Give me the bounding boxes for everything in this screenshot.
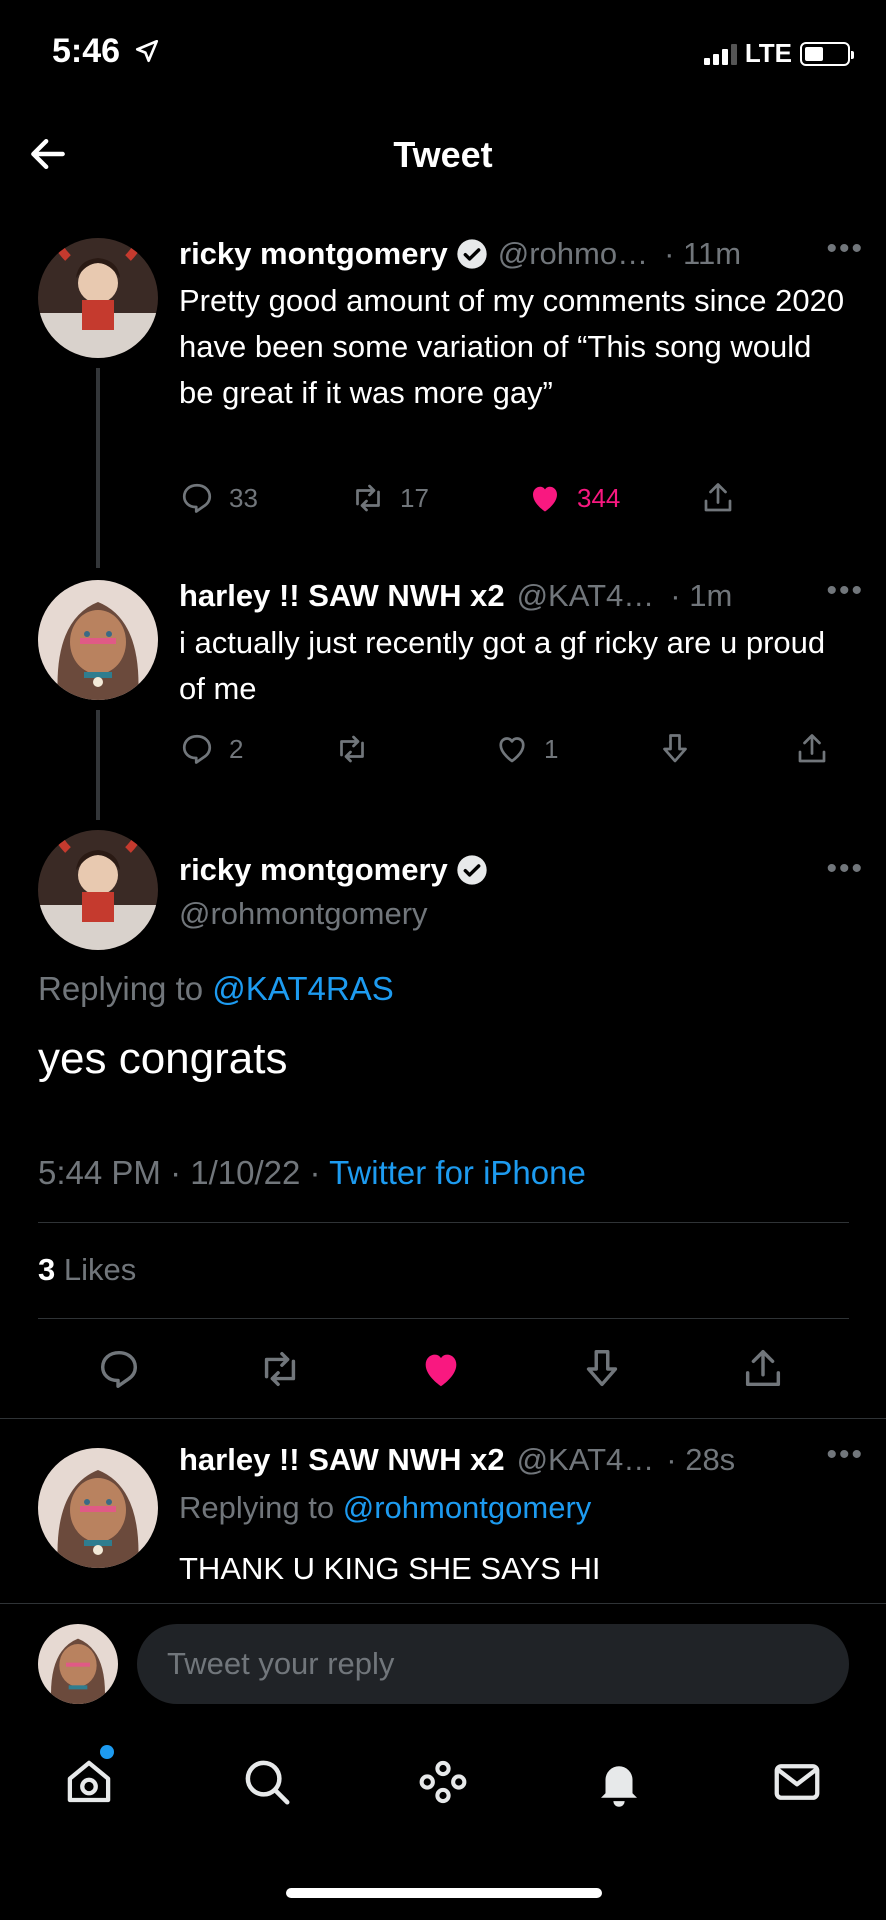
tweet-time: · 1m <box>670 578 733 613</box>
tweet-time: · 11m <box>664 236 742 271</box>
spaces-icon[interactable] <box>416 1755 470 1809</box>
reply-count: 2 <box>229 733 244 764</box>
share-icon[interactable] <box>794 731 830 767</box>
heart-filled-icon[interactable] <box>418 1346 464 1392</box>
tab-home[interactable] <box>62 1745 116 1814</box>
battery-icon <box>800 41 854 66</box>
avatar[interactable] <box>38 580 158 700</box>
retweet-icon <box>356 484 380 512</box>
heart-filled-icon <box>533 486 557 512</box>
downvote-icon[interactable] <box>657 731 693 767</box>
reply-count: 33 <box>229 482 258 513</box>
tweet-text: THANK U KING SHE SAYS HI <box>179 1551 601 1586</box>
more-options-icon[interactable]: ••• <box>826 232 864 266</box>
retweet-icon <box>340 735 364 763</box>
share-icon[interactable] <box>740 1346 786 1392</box>
retweet-button[interactable]: 17 <box>350 480 429 516</box>
home-icon <box>67 1760 111 1803</box>
messages-icon[interactable] <box>770 1755 824 1809</box>
more-options-icon[interactable]: ••• <box>826 852 864 886</box>
like-button[interactable]: 344 <box>527 480 620 516</box>
more-options-icon[interactable]: ••• <box>826 574 864 608</box>
search-icon[interactable] <box>240 1755 294 1809</box>
replying-to-link[interactable]: @rohmontgomery <box>343 1490 592 1525</box>
tweet-meta: 5:44 PM · 1/10/22 · Twitter for iPhone <box>38 1154 586 1192</box>
network-label: LTE <box>744 38 792 68</box>
main-author-row: ricky montgomery <box>179 852 498 888</box>
status-indicators: LTE <box>703 38 854 69</box>
author-name[interactable]: harley !! SAW NWH x2 <box>179 578 505 614</box>
reply-button[interactable]: 33 <box>179 480 258 516</box>
verified-badge-icon <box>457 855 487 885</box>
replying-to: Replying to @KAT4RAS <box>38 970 394 1007</box>
retweet-icon[interactable] <box>257 1346 303 1392</box>
tweet-author-row: ricky montgomery @rohmo… · 11m <box>179 236 741 272</box>
author-handle: @rohmo… <box>497 236 649 271</box>
main-tweet-text: yes congrats <box>38 1034 288 1083</box>
tweet-text: Pretty good amount of my comments since … <box>179 283 845 410</box>
reply-icon[interactable] <box>96 1346 142 1392</box>
like-button[interactable]: 1 <box>494 731 558 767</box>
reply-author-row: harley !! SAW NWH x2 @KAT4… · 28s <box>179 1442 735 1478</box>
author-name[interactable]: ricky montgomery <box>179 236 448 272</box>
author-handle: @KAT4… <box>516 1442 655 1477</box>
tweet-time: · 28s <box>666 1442 736 1477</box>
retweet-button[interactable] <box>334 731 370 767</box>
unread-dot <box>100 1745 114 1759</box>
downvote-icon[interactable] <box>579 1346 625 1392</box>
tweet-author-row: harley !! SAW NWH x2 @KAT4… · 1m <box>179 578 732 614</box>
like-count: 1 <box>544 733 559 764</box>
page-title: Tweet <box>393 134 493 175</box>
avatar[interactable] <box>38 238 158 358</box>
retweet-count: 17 <box>400 482 429 513</box>
reply-button[interactable]: 2 <box>179 731 243 767</box>
like-count: 344 <box>577 482 621 513</box>
tweet-source-link[interactable]: Twitter for iPhone <box>329 1154 586 1191</box>
reply-icon <box>182 483 212 513</box>
thread-line <box>96 710 100 820</box>
heart-outline-icon <box>499 737 525 763</box>
author-name[interactable]: harley !! SAW NWH x2 <box>179 1442 505 1478</box>
home-indicator[interactable] <box>286 1888 602 1898</box>
reply-input[interactable]: Tweet your reply <box>137 1624 849 1704</box>
more-options-icon[interactable]: ••• <box>826 1438 864 1472</box>
avatar[interactable] <box>38 1448 158 1568</box>
verified-badge-icon <box>457 239 487 269</box>
avatar[interactable] <box>38 830 158 950</box>
thread-line <box>96 368 100 568</box>
status-time: 5:46 <box>52 32 160 71</box>
replying-to-link[interactable]: @KAT4RAS <box>212 970 393 1007</box>
share-icon[interactable] <box>700 480 736 516</box>
likes-summary[interactable]: 3 Likes <box>38 1252 136 1288</box>
notifications-icon[interactable] <box>592 1755 646 1809</box>
replying-to: Replying to @rohmontgomery <box>179 1490 592 1525</box>
author-handle: @KAT4… <box>516 578 655 613</box>
location-arrow-icon <box>135 39 158 63</box>
signal-icon <box>703 43 737 65</box>
composer-avatar <box>38 1624 118 1704</box>
reply-icon <box>182 734 212 764</box>
tweet-text: i actually just recently got a gf ricky … <box>179 625 826 706</box>
author-handle: @rohmontgomery <box>179 896 428 931</box>
tweet-timestamp: 5:44 PM · 1/10/22 · <box>38 1154 321 1191</box>
author-name[interactable]: ricky montgomery <box>179 852 448 888</box>
